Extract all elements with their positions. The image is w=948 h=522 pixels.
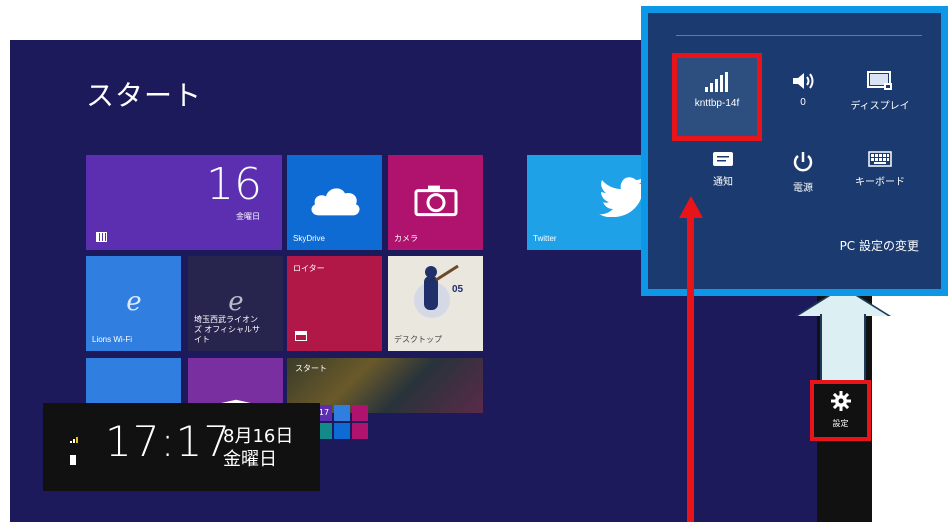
volume-icon <box>793 73 814 89</box>
panel-divider <box>676 35 922 36</box>
cloud-icon <box>311 187 360 215</box>
up-arrow-shaft <box>820 314 866 388</box>
network-label: knttbp-14f <box>694 98 740 109</box>
gear-icon <box>831 391 851 411</box>
start-title: スタート <box>86 79 203 112</box>
tile-label-twitter: Twitter <box>533 234 557 243</box>
mini-tiles-group: 17 <box>316 405 396 445</box>
settings-charm-label: 設定 <box>832 419 849 428</box>
tile-label-startpic: スタート <box>295 364 327 373</box>
power-icon <box>793 152 813 172</box>
notifications-label: 通知 <box>713 177 733 188</box>
svg-text:e: e <box>126 287 141 315</box>
mini-tile-store <box>352 405 368 421</box>
svg-text:05: 05 <box>452 284 464 295</box>
lock-weekday: 金曜日 <box>223 449 277 470</box>
display-label: ディスプレイ <box>850 101 910 112</box>
signal-icon <box>70 437 78 443</box>
keyboard-label: キーボード <box>855 177 905 188</box>
mini-tile-camera <box>352 423 368 439</box>
tile-skydrive[interactable]: SkyDrive <box>287 155 382 250</box>
calendar-weekday: 金曜日 <box>236 212 260 221</box>
pc-settings-link[interactable]: PC 設定の変更 <box>840 237 919 254</box>
mini-tile-skydrive <box>334 423 350 439</box>
tile-saitama-official[interactable]: e 埼玉西武ライオンズ オフィシャルサイト <box>188 256 283 351</box>
camera-icon <box>414 185 457 216</box>
tile-calendar[interactable]: 16 金曜日 <box>86 155 282 250</box>
tile-label-camera: カメラ <box>394 234 418 243</box>
lock-clock-overlay: 17:17 8月16日 金曜日 <box>43 403 320 491</box>
ie-icon: e <box>126 287 141 315</box>
keyboard-button[interactable]: キーボード <box>840 141 920 207</box>
tile-label-lions: Lions Wi-Fi <box>92 335 133 344</box>
news-icon <box>295 331 307 341</box>
tile-camera[interactable]: カメラ <box>388 155 483 250</box>
volume-button[interactable]: 0 <box>763 61 843 127</box>
keyboard-icon <box>868 151 892 167</box>
calendar-icon <box>96 232 107 242</box>
baseball-player-image: 05 <box>414 264 464 318</box>
battery-icon <box>70 455 76 465</box>
volume-label: 0 <box>800 97 806 108</box>
power-button[interactable]: 電源 <box>763 141 843 207</box>
screenshot-stage: スタート 16 金曜日 SkyDrive カメラ Twitter e Lions… <box>0 0 948 522</box>
settings-charm-button[interactable]: 設定 <box>810 380 871 441</box>
tile-label-reuters: ロイター <box>293 264 325 273</box>
power-label: 電源 <box>793 183 813 194</box>
display-button[interactable]: ディスプレイ <box>840 61 920 127</box>
svg-text:e: e <box>228 287 243 315</box>
network-button[interactable]: knttbp-14f <box>672 53 762 141</box>
lock-date-block: 8月16日 金曜日 <box>223 425 293 471</box>
notification-icon <box>713 152 733 166</box>
lock-time: 17:17 <box>105 417 232 466</box>
lock-date: 8月16日 <box>223 426 294 447</box>
tile-label-desktop: デスクトップ <box>394 335 442 344</box>
ie-icon: e <box>228 287 243 315</box>
mini-tile-ie <box>334 405 350 421</box>
tile-label-saitama: 埼玉西武ライオンズ オフィシャルサイト <box>194 315 261 344</box>
tile-lions-wifi[interactable]: e Lions Wi-Fi <box>86 256 181 351</box>
tile-desktop[interactable]: 05 デスクトップ <box>388 256 483 351</box>
display-icon <box>867 71 892 90</box>
red-arrow-shaft <box>687 215 694 522</box>
calendar-day: 16 <box>206 159 262 210</box>
tile-reuters[interactable]: ロイター <box>287 256 382 351</box>
tile-label-skydrive: SkyDrive <box>293 234 326 243</box>
signal-icon <box>705 72 728 92</box>
